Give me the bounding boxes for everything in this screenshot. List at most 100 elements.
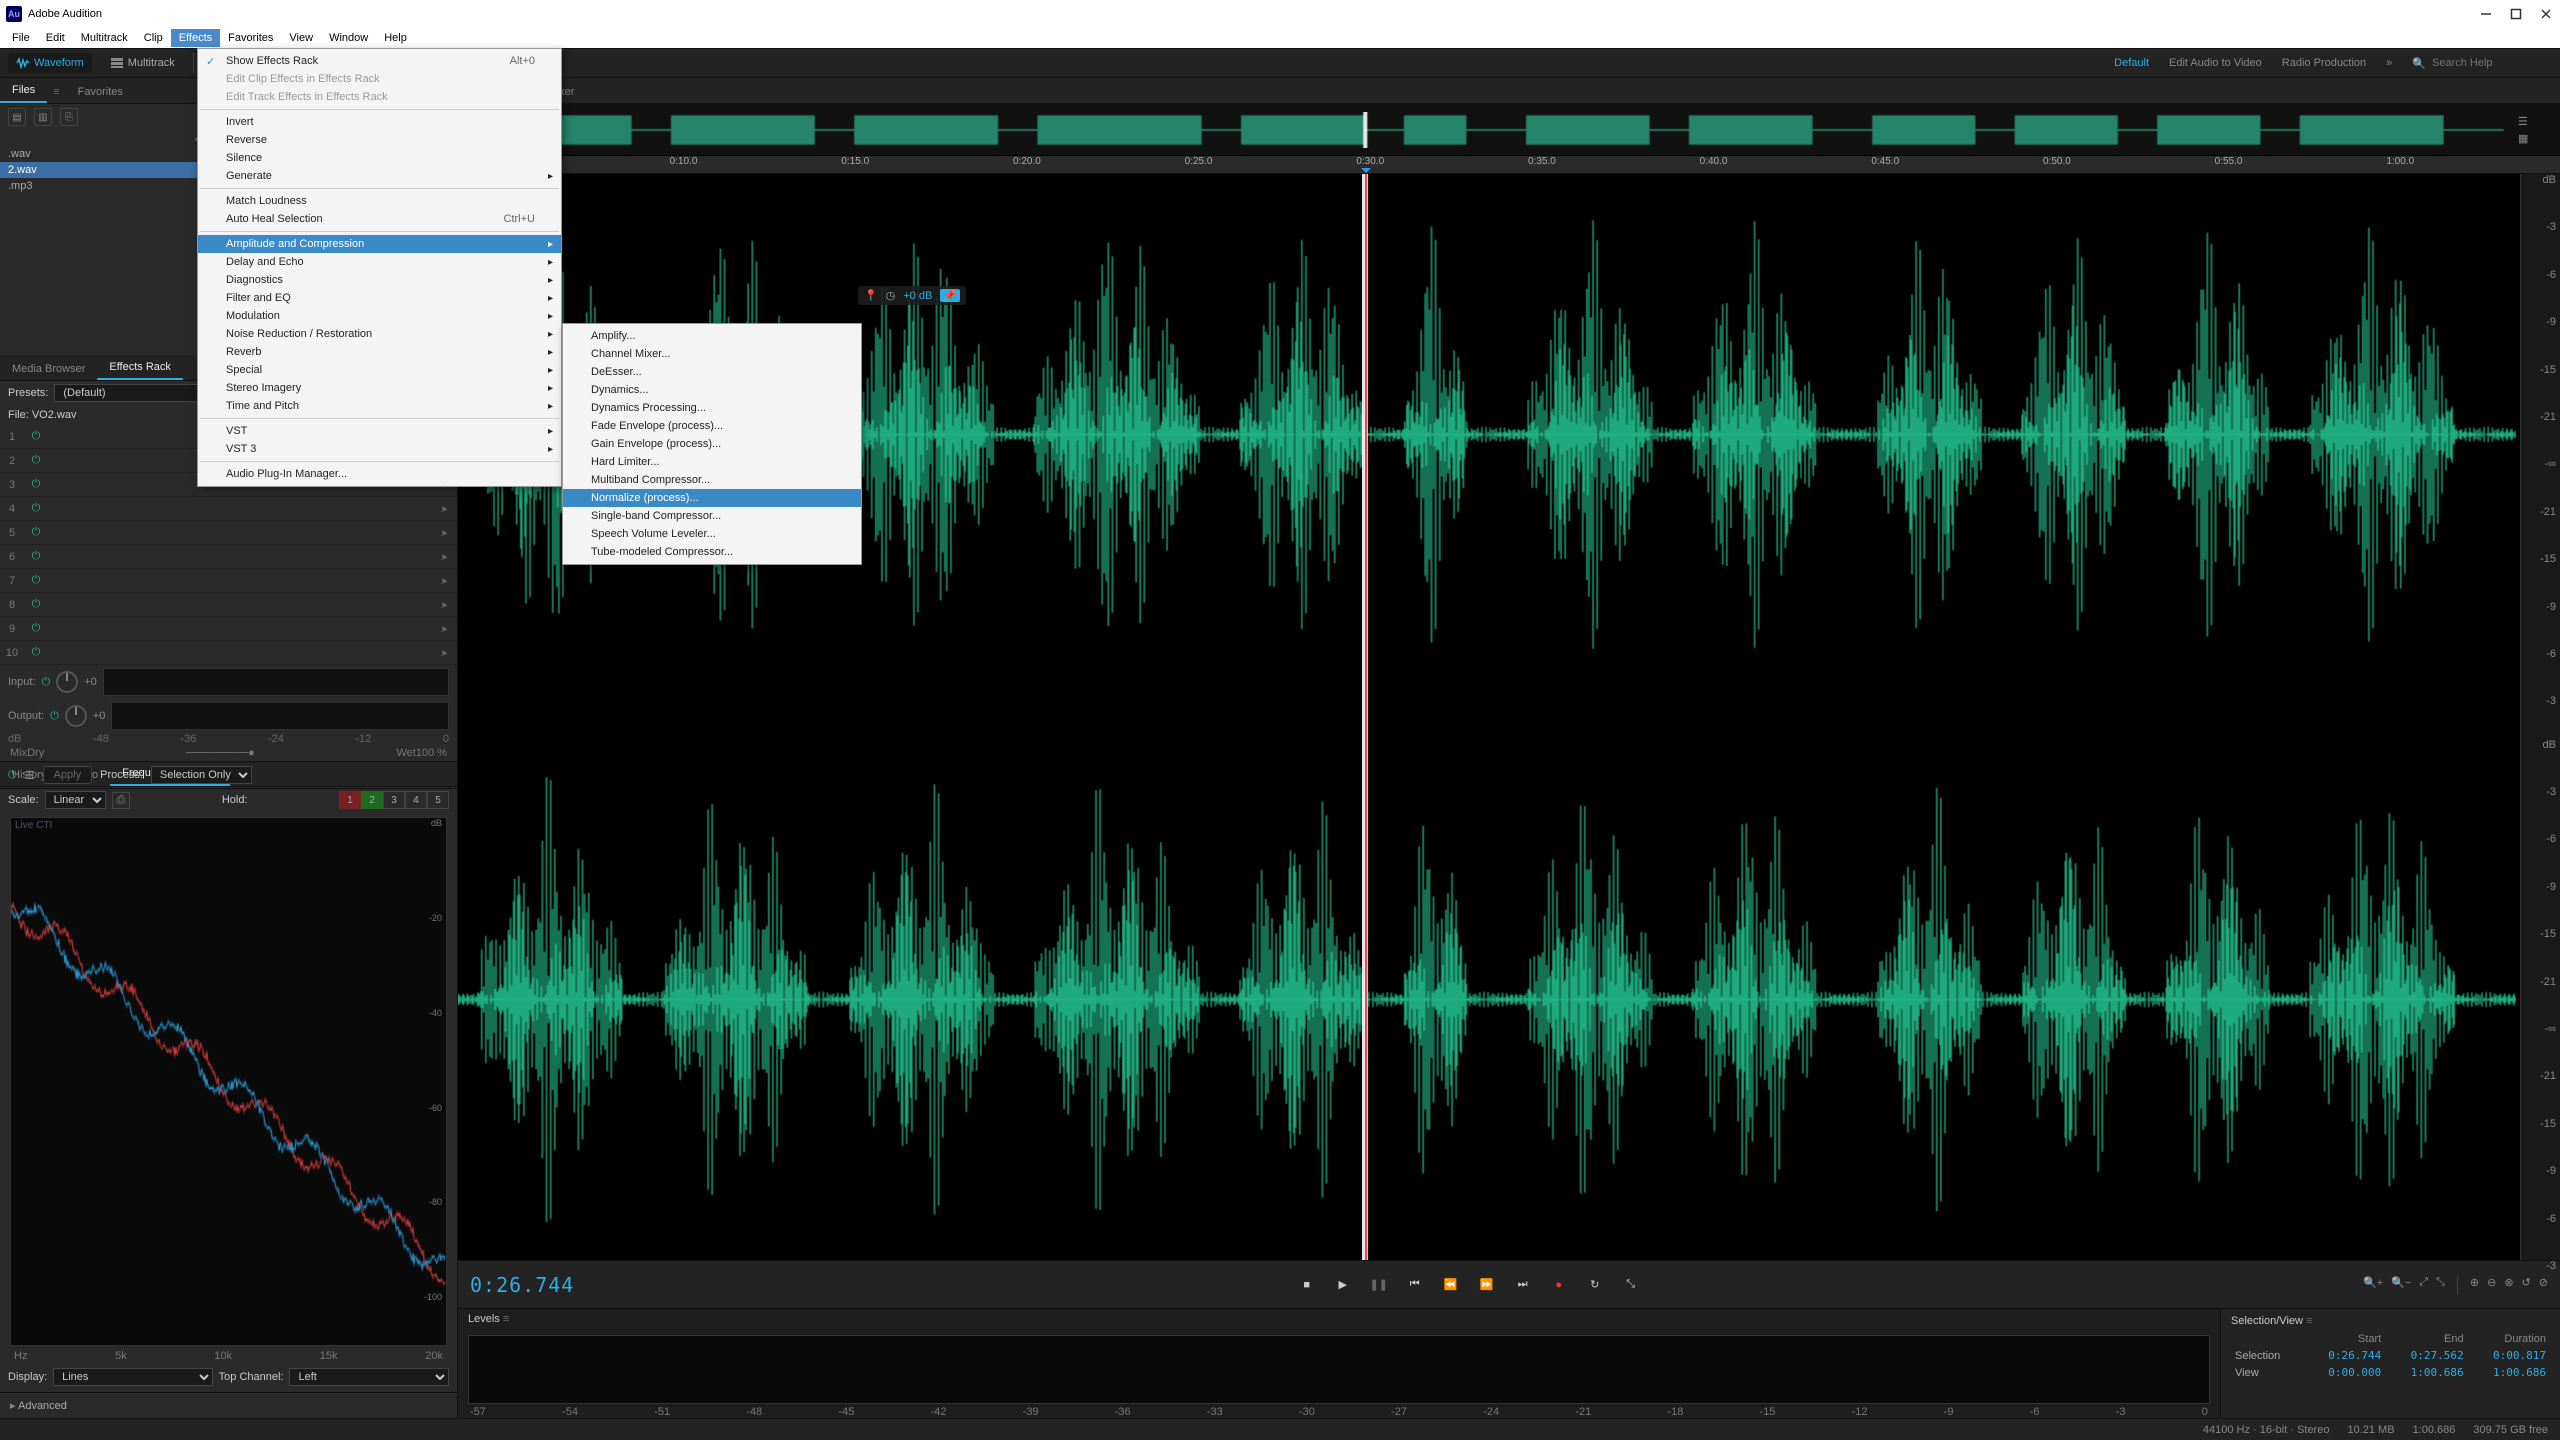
zoom-in-time-icon[interactable]: ⊕ [2470,1276,2479,1294]
submenu-item[interactable]: Multiband Compressor... [563,471,861,489]
tab-media-browser[interactable]: Media Browser [0,358,97,380]
submenu-item[interactable]: Speech Volume Leveler... [563,525,861,543]
menu-item[interactable]: Modulation [198,307,561,325]
window-close-button[interactable] [2538,6,2554,22]
top-channel-select[interactable]: Left [289,1368,449,1386]
submenu-item[interactable]: Channel Mixer... [563,345,861,363]
menu-item[interactable]: Audio Plug-In Manager... [198,465,561,483]
menu-item[interactable]: VST [198,422,561,440]
menu-item[interactable]: Reverse [198,131,561,149]
submenu-item[interactable]: Single-band Compressor... [563,507,861,525]
zoom-out-icon[interactable]: 🔍− [2391,1276,2411,1294]
play-button[interactable]: ▶ [1332,1274,1354,1296]
menu-item[interactable]: Special [198,361,561,379]
menu-file[interactable]: File [4,29,38,47]
window-minimize-button[interactable] [2478,6,2494,22]
menu-item[interactable]: Time and Pitch [198,397,561,415]
input-gain-knob[interactable] [56,671,78,693]
menu-item[interactable]: Diagnostics [198,271,561,289]
apply-button[interactable]: Apply [43,766,93,784]
open-file-icon[interactable]: ▥ [34,108,52,126]
menu-edit[interactable]: Edit [38,29,73,47]
menu-item[interactable]: Filter and EQ [198,289,561,307]
loop-button[interactable]: ↻ [1584,1274,1606,1296]
view-start[interactable]: 0:00.000 [2303,1364,2385,1381]
submenu-item[interactable]: Fade Envelope (process)... [563,417,861,435]
menu-view[interactable]: View [281,29,321,47]
workspace-more-button[interactable]: » [2386,57,2392,69]
selection-duration[interactable]: 0:00.817 [2468,1347,2550,1364]
output-gain-knob[interactable] [65,705,87,727]
input-power-icon[interactable]: ⏻ [42,676,51,689]
rewind-button[interactable]: ⏪ [1440,1274,1462,1296]
effect-slot[interactable]: 7⏻▸ [0,569,457,593]
submenu-item[interactable]: Dynamics Processing... [563,399,861,417]
hud-pin2-icon[interactable]: 📌 [940,289,960,302]
view-end[interactable]: 1:00.686 [2385,1364,2467,1381]
overview-bar[interactable]: ☰ ▦ [458,104,2560,156]
overview-grid-icon[interactable]: ▦ [2518,132,2556,145]
menu-multitrack[interactable]: Multitrack [73,29,136,47]
capture-icon[interactable]: ⎙ [112,792,131,809]
menu-item[interactable]: Generate [198,167,561,185]
skip-silence-button[interactable]: ⤡ [1620,1274,1642,1296]
effect-slot[interactable]: 5⏻▸ [0,521,457,545]
hold-slot-1[interactable]: 1 [339,791,361,809]
effect-slot[interactable]: 10⏻▸ [0,641,457,665]
menu-item[interactable]: Noise Reduction / Restoration [198,325,561,343]
go-to-end-button[interactable]: ⏭ [1512,1274,1534,1296]
zoom-full-icon[interactable]: ⤢ [2419,1276,2428,1294]
multitrack-mode-button[interactable]: Multitrack [102,53,183,73]
effects-menu-dropdown[interactable]: Show Effects RackAlt+0Edit Clip Effects … [197,48,562,487]
submenu-item[interactable]: Amplify... [563,327,861,345]
submenu-item[interactable]: Hard Limiter... [563,453,861,471]
window-maximize-button[interactable] [2508,6,2524,22]
selection-end[interactable]: 0:27.562 [2385,1347,2467,1364]
record-button[interactable]: ● [1548,1274,1570,1296]
hold-slot-2[interactable]: 2 [361,791,383,809]
menu-item[interactable]: Match Loudness [198,192,561,210]
menu-item[interactable]: VST 3 [198,440,561,458]
menu-item[interactable]: Amplitude and Compression [198,235,561,253]
workspace-radio-production[interactable]: Radio Production [2282,57,2366,69]
submenu-item[interactable]: Gain Envelope (process)... [563,435,861,453]
tab-files[interactable]: Files [0,79,47,103]
rack-list-icon[interactable]: ☰ [25,769,35,782]
tab-files-menu-icon[interactable]: ≡ [47,81,65,103]
tab-effects-rack[interactable]: Effects Rack [97,356,183,380]
zoom-out-time-icon[interactable]: ⊖ [2487,1276,2496,1294]
workspace-edit-audio-to-video[interactable]: Edit Audio to Video [2169,57,2262,69]
submenu-item[interactable]: Dynamics... [563,381,861,399]
submenu-item[interactable]: DeEsser... [563,363,861,381]
fast-forward-button[interactable]: ⏩ [1476,1274,1498,1296]
zoom-in-icon[interactable]: 🔍+ [2363,1276,2383,1294]
output-power-icon[interactable]: ⏻ [50,710,59,723]
menu-item[interactable]: Auto Heal SelectionCtrl+U [198,210,561,228]
advanced-toggle[interactable]: Advanced [0,1392,457,1418]
playhead[interactable] [1365,174,1367,1260]
import-file-icon[interactable]: ⎘ [60,108,78,126]
menu-item[interactable]: Stereo Imagery [198,379,561,397]
view-duration[interactable]: 1:00.686 [2468,1364,2550,1381]
zoom-in-amp-icon[interactable]: ⊗ [2504,1276,2513,1294]
zoom-out-amp-icon[interactable]: ⊘ [2539,1276,2548,1294]
submenu-item[interactable]: Tube-modeled Compressor... [563,543,861,561]
zoom-sel-icon[interactable]: ⤡ [2436,1276,2445,1294]
scale-select[interactable]: Linear [45,791,106,809]
effect-slot[interactable]: 8⏻▸ [0,593,457,617]
pause-button[interactable]: ❚❚ [1368,1274,1390,1296]
time-ruler[interactable]: 0:05.00:10.00:15.00:20.00:25.00:30.00:35… [458,156,2560,174]
waveform-mode-button[interactable]: Waveform [8,53,92,73]
timecode-display[interactable]: 0:26.744 [470,1273,574,1297]
menu-help[interactable]: Help [376,29,415,47]
stop-button[interactable]: ■ [1296,1274,1318,1296]
hold-slot-4[interactable]: 4 [405,791,427,809]
hud-gain-readout[interactable]: +0 dB [903,290,932,302]
workspace-default[interactable]: Default [2114,57,2149,69]
rack-power-icon[interactable]: ⏻ [8,769,17,782]
selection-start[interactable]: 0:26.744 [2303,1347,2385,1364]
search-help-input[interactable] [2432,57,2552,69]
effect-slot[interactable]: 6⏻▸ [0,545,457,569]
process-scope-select[interactable]: Selection Only [151,766,252,784]
new-file-icon[interactable]: ▤ [8,108,26,126]
